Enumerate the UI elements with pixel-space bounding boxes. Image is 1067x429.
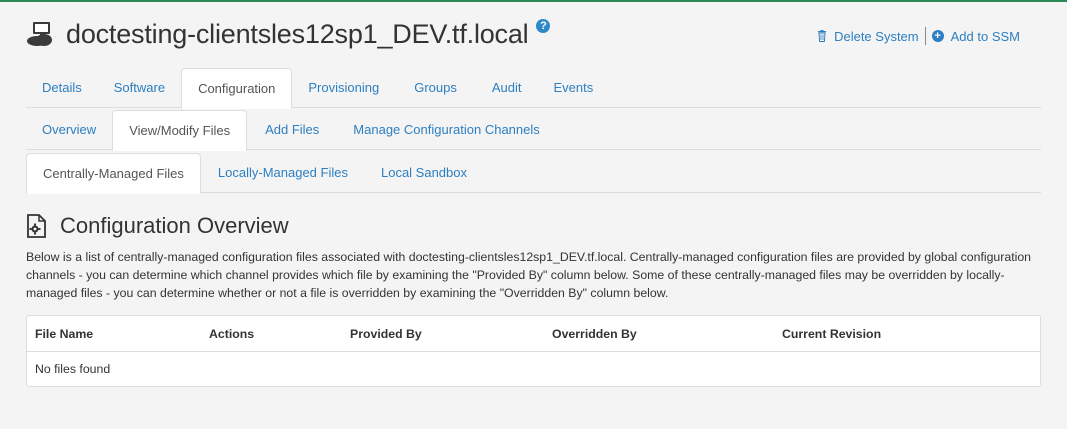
config-sub-tabs: Overview View/Modify Files Add Files Man…: [26, 110, 1041, 151]
files-table: File Name Actions Provided By Overridden…: [26, 315, 1041, 387]
tab-configuration[interactable]: Configuration: [181, 68, 293, 109]
delete-system-label: Delete System: [834, 28, 919, 44]
table-header: File Name Actions Provided By Overridden…: [27, 316, 1040, 352]
empty-table-message: No files found: [35, 362, 111, 376]
page-title: doctesting-clientsles12sp1_DEV.tf.local: [66, 18, 529, 49]
section-header: Configuration Overview: [26, 213, 289, 239]
tab-add-files[interactable]: Add Files: [247, 110, 337, 150]
tab-centrally-managed[interactable]: Centrally-Managed Files: [26, 153, 201, 194]
trash-icon: [818, 30, 827, 42]
add-to-ssm-label: Add to SSM: [950, 28, 1020, 44]
config-file-icon: [27, 214, 46, 238]
delete-system-link[interactable]: Delete System: [816, 29, 919, 44]
tab-overview[interactable]: Overview: [26, 110, 112, 150]
column-actions: Actions: [209, 327, 255, 341]
tab-locally-managed[interactable]: Locally-Managed Files: [201, 153, 365, 193]
page-header: doctesting-clientsles12sp1_DEV.tf.local …: [26, 16, 551, 52]
system-icon: [27, 22, 52, 46]
tab-events[interactable]: Events: [538, 68, 610, 108]
plus-circle-icon: +: [931, 30, 944, 42]
actions-divider: [924, 27, 926, 45]
section-description: Below is a list of centrally-managed con…: [26, 250, 1032, 300]
tab-view-modify-files[interactable]: View/Modify Files: [112, 110, 248, 151]
help-icon[interactable]: ?: [536, 19, 551, 33]
add-to-ssm-link[interactable]: + Add to SSM: [931, 28, 1020, 44]
column-file-name[interactable]: File Name: [35, 327, 93, 341]
section-title: Configuration Overview: [60, 213, 289, 238]
tab-details[interactable]: Details: [26, 68, 98, 108]
column-overridden-by[interactable]: Overridden By: [552, 327, 637, 341]
tab-groups[interactable]: Groups: [395, 68, 476, 108]
tab-provisioning[interactable]: Provisioning: [292, 68, 395, 108]
tab-manage-config-channels[interactable]: Manage Configuration Channels: [337, 110, 555, 150]
tab-audit[interactable]: Audit: [476, 68, 538, 108]
system-actions: Delete System + Add to SSM: [816, 27, 1020, 45]
column-provided-by[interactable]: Provided By: [350, 327, 422, 341]
file-tabs: Centrally-Managed Files Locally-Managed …: [26, 153, 1041, 194]
tab-software[interactable]: Software: [98, 68, 181, 108]
column-current-revision[interactable]: Current Revision: [782, 327, 881, 341]
tab-local-sandbox[interactable]: Local Sandbox: [365, 153, 483, 193]
main-tabs: Details Software Configuration Provision…: [26, 68, 1041, 109]
